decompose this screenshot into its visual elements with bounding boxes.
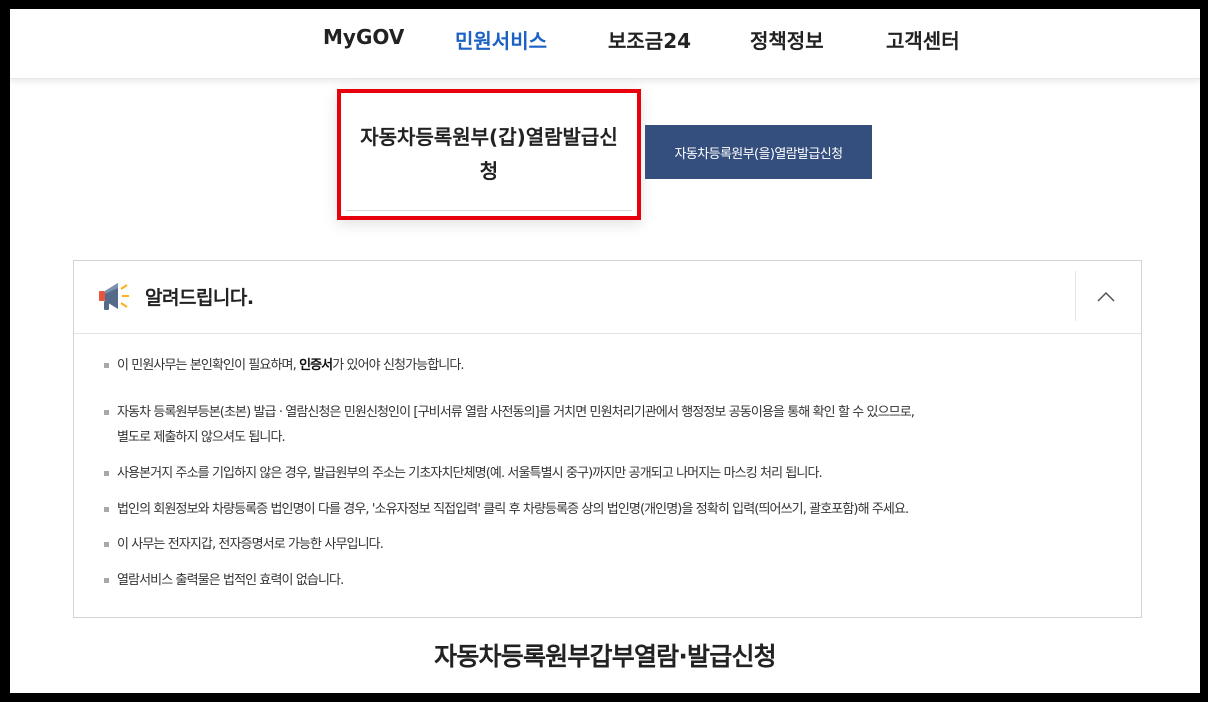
- notice-text: 가 있어야 신청가능합니다.: [332, 358, 464, 373]
- tab-register-eul[interactable]: 자동차등록원부(을)열람발급신청: [645, 125, 872, 179]
- bullet: [104, 542, 109, 547]
- notice-item: 사용본거지 주소를 기입하지 않은 경우, 발급원부의 주소는 기초자치단체명(…: [104, 461, 1117, 486]
- tab-register-eul-label: 자동차등록원부(을)열람발급신청: [674, 146, 844, 162]
- notice-text: 이 민원사무는 본인확인이 필요하며,: [117, 358, 300, 373]
- notice-text: 열람서비스 출력물은 법적인 효력이 없습니다.: [117, 573, 344, 588]
- header-divider: [1075, 271, 1076, 321]
- notice-text: 자동차 등록원부등본(초본) 발급 · 열람신청은 민원신청인이 [구비서류 열…: [117, 405, 915, 420]
- nav-item-customer-center[interactable]: 고객센터: [886, 25, 960, 54]
- nav-item-policy-info[interactable]: 정책정보: [750, 25, 824, 54]
- notice-text: 별도로 제출하지 않으셔도 됩니다.: [117, 430, 286, 445]
- megaphone-icon: [99, 283, 129, 310]
- bullet: [104, 471, 109, 476]
- bullet: [104, 507, 109, 512]
- notice-item: 자동차 등록원부등본(초본) 발급 · 열람신청은 민원신청인이 [구비서류 열…: [104, 400, 1117, 450]
- notice-text: 법인의 회원정보와 차량등록증 법인명이 다를 경우, '소유자정보 직접입력'…: [117, 502, 909, 517]
- nav-item-civil-service[interactable]: 민원서비스: [455, 25, 547, 54]
- bullet: [104, 578, 109, 583]
- section-title: 자동차등록원부갑부열람·발급신청: [434, 642, 777, 671]
- tab-register-gap[interactable]: 자동차등록원부(갑)열람발급신청: [346, 98, 632, 211]
- bullet: [104, 363, 109, 368]
- notice-item: 이 민원사무는 본인확인이 필요하며, 인증서가 있어야 신청가능합니다.: [104, 353, 1117, 378]
- tab-highlight-box: 자동차등록원부(갑)열람발급신청: [337, 89, 641, 220]
- notice-bold-text: 인증서: [299, 358, 333, 373]
- collapse-toggle-button[interactable]: [1086, 279, 1126, 315]
- notice-item: 이 사무는 전자지갑, 전자증명서로 가능한 사무입니다.: [104, 532, 1117, 557]
- notice-item: 법인의 회원정보와 차량등록증 법인명이 다를 경우, '소유자정보 직접입력'…: [104, 497, 1117, 522]
- browser-viewport: MyGOV 민원서비스 보조금24 정책정보 고객센터 자동차등록원부(갑)열람…: [10, 9, 1200, 693]
- notice-text: 이 사무는 전자지갑, 전자증명서로 가능한 사무입니다.: [117, 537, 384, 552]
- top-navigation: MyGOV 민원서비스 보조금24 정책정보 고객센터: [10, 9, 1200, 79]
- notice-panel: 알려드립니다. 이 민원사무는 본인확인이 필요하며, 인증서가 있어야 신청가…: [73, 260, 1142, 618]
- notice-header: 알려드립니다.: [74, 261, 1141, 334]
- nav-item-subsidy24[interactable]: 보조금24: [608, 25, 691, 54]
- bullet: [104, 410, 109, 415]
- notice-title: 알려드립니다.: [145, 287, 254, 309]
- tab-register-gap-label: 자동차등록원부(갑)열람발급신청: [360, 125, 618, 183]
- chevron-up-icon: [1097, 292, 1115, 302]
- notice-item: 열람서비스 출력물은 법적인 효력이 없습니다.: [104, 568, 1117, 593]
- nav-item-mygov[interactable]: MyGOV: [323, 25, 404, 49]
- notice-text: 사용본거지 주소를 기입하지 않은 경우, 발급원부의 주소는 기초자치단체명(…: [117, 466, 823, 481]
